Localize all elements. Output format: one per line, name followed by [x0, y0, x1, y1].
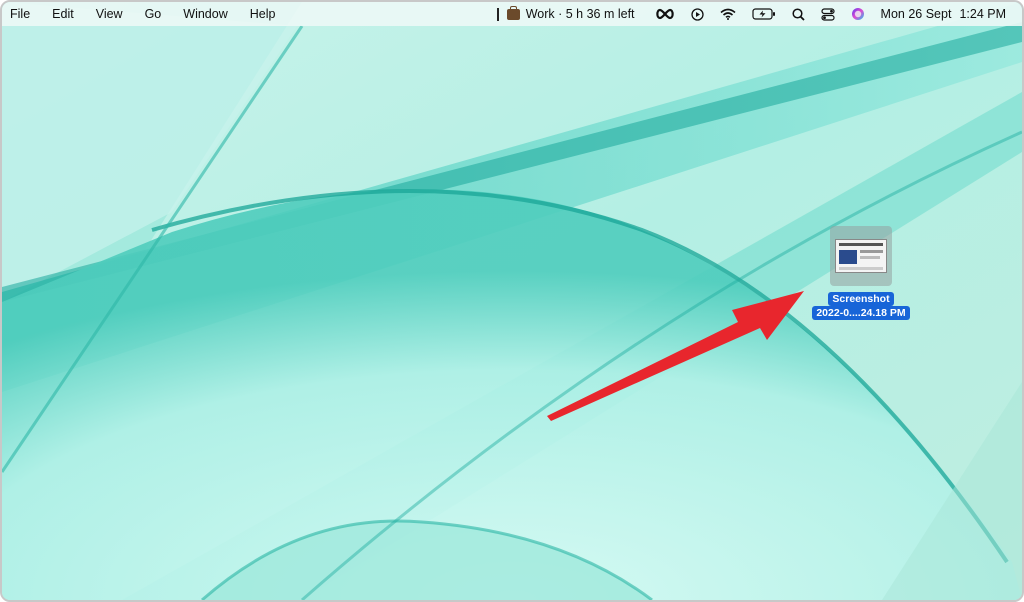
control-center-icon[interactable]: [820, 7, 835, 21]
menu-view[interactable]: View: [96, 7, 123, 21]
menu-go[interactable]: Go: [145, 7, 162, 21]
menu-edit[interactable]: Edit: [52, 7, 74, 21]
menu-window[interactable]: Window: [183, 7, 227, 21]
annotation-arrow: [547, 291, 804, 421]
app-menus: File Edit View Go Window Help: [2, 7, 297, 21]
briefcase-icon: [506, 5, 520, 20]
menu-file[interactable]: File: [10, 7, 30, 21]
focus-status[interactable]: Work · 5 h 36 m left: [496, 5, 635, 21]
menu-help[interactable]: Help: [250, 7, 276, 21]
file-name-line-1[interactable]: Screenshot: [828, 292, 894, 306]
search-icon[interactable]: [791, 7, 805, 21]
file-name-line-2[interactable]: 2022-0....24.18 PM: [812, 306, 910, 320]
date-time[interactable]: Mon 26 Sept 1:24 PM: [881, 7, 1006, 21]
focus-indicator: [496, 7, 499, 21]
status-menus: Work · 5 h 36 m left Mon 26 Sept 1:24 PM: [496, 5, 1022, 21]
play-circle-icon[interactable]: [690, 7, 704, 21]
menu-bar: File Edit View Go Window Help Work · 5 h…: [2, 2, 1022, 26]
infinity-icon[interactable]: [655, 8, 675, 20]
screenshot-preview-image: [835, 239, 887, 273]
siri-icon[interactable]: [851, 7, 865, 21]
screen-frame: File Edit View Go Window Help Work · 5 h…: [0, 0, 1024, 602]
file-thumbnail[interactable]: [830, 226, 892, 286]
wifi-icon[interactable]: [720, 8, 736, 20]
battery-charging-icon[interactable]: [751, 8, 776, 20]
time-text: 1:24 PM: [959, 7, 1006, 21]
desktop-file-screenshot[interactable]: Screenshot 2022-0....24.18 PM: [808, 226, 914, 320]
date-text: Mon 26 Sept: [880, 7, 952, 21]
focus-status-text: Work · 5 h 36 m left: [525, 7, 635, 21]
